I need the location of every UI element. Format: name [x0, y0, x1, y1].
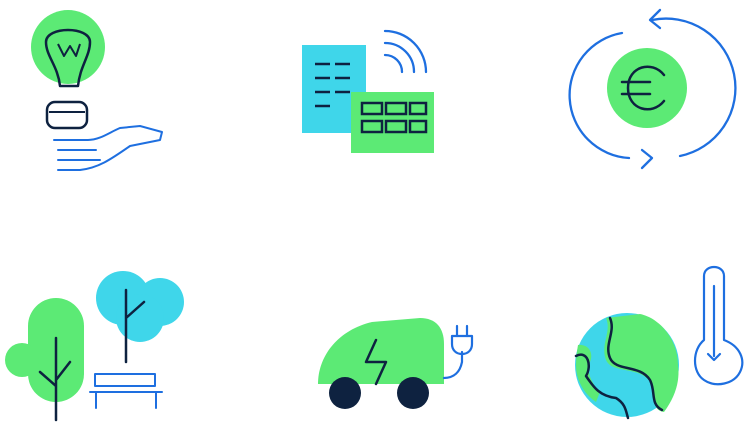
- lightbulb-in-hand-icon: [31, 10, 163, 171]
- smart-building-wifi-icon: [302, 29, 434, 153]
- globe-thermometer-icon: [574, 265, 744, 420]
- euro-cycle-icon: [568, 8, 737, 170]
- icon-grid: [0, 0, 753, 424]
- icon-grid-svg: [5, 8, 744, 422]
- trees-and-bench-icon: [5, 271, 184, 422]
- electric-car-icon: [318, 318, 474, 409]
